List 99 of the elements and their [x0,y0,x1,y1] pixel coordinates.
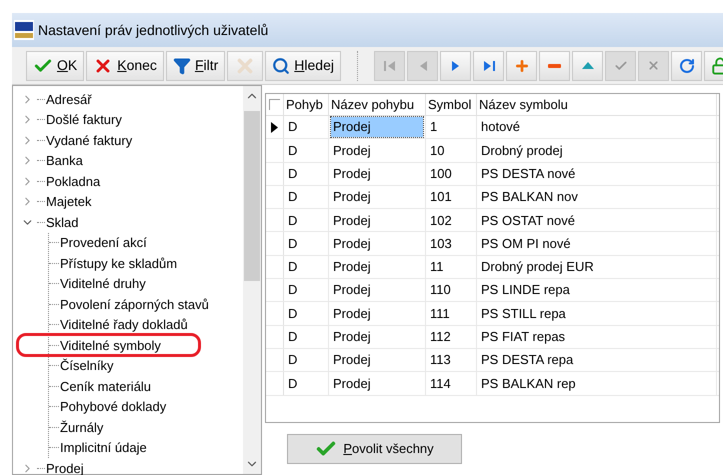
column-header[interactable]: Pohyb [284,94,329,115]
table-cell-text: PS BALKAN rep [480,374,576,393]
tree-item[interactable]: Ceník materiálu [60,376,152,396]
tree-item[interactable]: Přístupy ke skladům [60,254,178,273]
table-cell-text: PS OM PI nové [480,234,571,253]
table-cell-text: Prodej [332,258,371,276]
table-cell-text: PS DESTA nové [480,164,576,183]
table-cell-text: PS FIAT repas [480,328,566,346]
table-cell-text: 11 [429,258,444,276]
table-cell-text: 113 [429,351,451,370]
tree-item[interactable]: Viditelné symboly [60,336,161,355]
allow-all-button[interactable]: Povolit všechny [287,434,462,464]
tree-item[interactable]: Banka [46,151,83,170]
table-cell-text: 100 [429,164,452,183]
navigator-button[interactable] [473,50,504,80]
table-cell-text: Drobný prodej EUR [480,258,594,276]
table-cell-text: Prodej [332,212,371,230]
table-cell-text: 114 [429,374,451,393]
tree-item[interactable]: Číselníky [60,356,114,376]
table-cell-text: PS OSTAT nové [480,212,575,230]
navigator-button[interactable] [572,50,603,80]
tree-item[interactable]: Viditelné druhy [60,274,146,294]
search-icon [272,56,290,74]
table-cell-text: PS STILL repa [480,304,566,323]
table-cell-text: D [287,118,298,136]
column-header[interactable]: Symbol [426,94,477,115]
table-cell-text: Prodej [332,281,371,300]
cross-icon [647,59,660,72]
toolbar-button[interactable]: Filtr [166,50,226,80]
tree-item[interactable]: Povolení záporných stavů [60,294,209,314]
column-header[interactable]: Název pohybu [329,94,426,115]
current-row-indicator-icon [271,122,278,133]
table-cell-text: PS BALKAN nov [480,188,578,206]
minus-icon [548,64,561,68]
table-cell-text: D [287,374,298,393]
table-cell-text: D [287,188,298,206]
toolbar-button[interactable]: Hledej [265,50,341,80]
next-icon [450,60,460,72]
toolbar-button[interactable]: OK [26,50,84,80]
column-header[interactable]: Název symbolu [477,94,717,115]
table-cell-text: PS DESTA repa [480,351,574,370]
table-cell-text: 102 [429,212,452,230]
table-cell-text: Prodej [332,351,371,370]
table-cell-text: D [287,351,298,370]
table-cell-text: Prodej [332,304,371,323]
tree-item[interactable]: Implicitní údaje [60,438,147,458]
table-cell-text: D [287,281,298,300]
table-cell-text: Prodej [332,188,371,206]
refresh-icon [678,58,694,74]
table-cell-text: 101 [429,188,452,206]
table-cell-text: D [287,212,298,230]
toolbar-button[interactable]: Konec [86,50,164,80]
table-cell-text: hotové [480,118,520,136]
table-cell-text: 10 [429,142,444,160]
table-cell-text: D [287,328,298,346]
table-cell-text: Prodej [332,142,371,160]
tree-item[interactable]: Provedení akcí [60,233,147,252]
table-cell-text: PS LINDE repa [480,281,570,300]
select-all-checkbox[interactable] [269,99,280,110]
tree-item[interactable]: Adresář [46,90,92,109]
plus-icon [514,58,530,74]
table-cell-text: D [287,142,298,160]
tree-item[interactable]: Došlé faktury [46,110,122,130]
table-cell-text: Prodej [332,328,371,346]
table-cell-text: 111 [429,304,450,323]
table-cell-text: 1 [429,118,438,136]
tree-item[interactable]: Pohybové doklady [60,397,166,416]
check-icon [614,58,628,72]
scrollbar-thumb[interactable] [244,111,260,281]
table-cell-text: Drobný prodej [480,142,563,160]
tree-item[interactable]: Pokladna [46,172,100,191]
tree-item[interactable]: Prodej [46,458,84,475]
navigator-button[interactable] [671,50,702,80]
table-cell-text: D [287,304,298,323]
table-cell-text: Prodej [332,374,371,393]
table-cell-text: 110 [429,281,451,300]
window-title: Nastavení práv jednotlivých uživatelů [38,20,268,40]
table-cell-text: Prodej [332,234,371,253]
table-cell: Prodej [331,117,423,137]
tree-item[interactable]: Vydané faktury [46,130,132,150]
previous-icon [418,60,428,72]
table-cell-text: Prodej [332,164,371,183]
tree-item[interactable]: Viditelné řady dokladů [60,315,188,334]
app-logo-icon [14,20,34,40]
tree-item[interactable]: Majetek [46,192,92,212]
navigator-button[interactable] [506,50,537,80]
navigator-button[interactable] [440,50,471,80]
table-cell-text: D [287,258,298,276]
first-record-icon [382,60,396,72]
navigator-button[interactable] [539,50,570,80]
table-cell-text: D [287,164,298,183]
table-cell-text: 103 [429,234,452,253]
triangle-up-icon [580,61,594,70]
tree-item[interactable]: Žurnály [60,418,104,437]
table-cell-text: 112 [429,328,451,346]
tree-item[interactable]: Sklad [46,212,79,232]
table-cell-text: D [287,234,298,253]
filter-icon [172,56,191,74]
last-record-icon [482,60,496,72]
